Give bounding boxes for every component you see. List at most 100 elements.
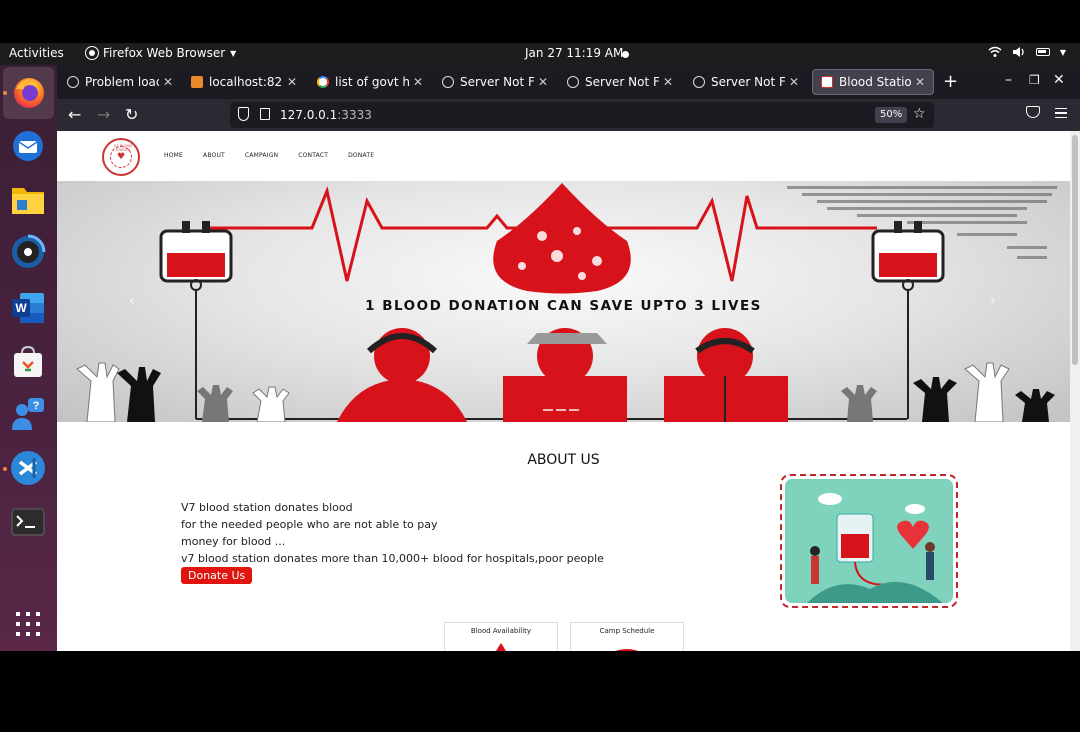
site-nav: HOME ABOUT CAMPAIGN CONTACT DONATE bbox=[164, 152, 394, 159]
screen-letterbox-bottom bbox=[0, 651, 1080, 732]
google-icon bbox=[317, 76, 329, 88]
power-menu-chevron-icon: ▼ bbox=[1059, 47, 1066, 57]
info-icon bbox=[67, 76, 79, 88]
about-text: V7 blood station donates blood for the n… bbox=[181, 499, 604, 567]
carousel-indicator[interactable] bbox=[569, 409, 579, 411]
clock[interactable]: Jan 27 11:19 AM bbox=[525, 46, 623, 60]
tab-strip: Problem loadin ✕ localhost:82 / l ✕ list… bbox=[57, 65, 1080, 99]
dock-terminal[interactable] bbox=[9, 503, 47, 541]
new-tab-plus-icon[interactable]: + bbox=[943, 71, 958, 92]
web-page: ♥ V7 BLOOD STATION HOME ABOUT CAMPAIGN C… bbox=[57, 131, 1070, 651]
rhythmbox-icon bbox=[12, 234, 46, 268]
url-text[interactable]: 127.0.0.1:3333 bbox=[280, 108, 372, 122]
site-logo[interactable]: ♥ V7 BLOOD STATION bbox=[102, 138, 140, 176]
forward-arrow-icon[interactable]: → bbox=[97, 105, 110, 124]
close-icon[interactable]: ✕ bbox=[538, 75, 548, 89]
wifi-icon bbox=[988, 46, 1002, 57]
tab-server-not-found-3[interactable]: Server Not Fou ✕ bbox=[685, 69, 807, 95]
firefox-icon bbox=[13, 78, 44, 108]
app-menu-label: Firefox Web Browser bbox=[103, 46, 226, 60]
info-icon bbox=[442, 76, 454, 88]
site-header: ♥ V7 BLOOD STATION HOME ABOUT CAMPAIGN C… bbox=[57, 131, 1070, 181]
donate-us-button[interactable]: Donate Us bbox=[181, 567, 253, 584]
dock-rhythmbox[interactable] bbox=[9, 233, 47, 271]
screen-letterbox-top bbox=[0, 0, 1080, 43]
donor-figures bbox=[337, 328, 788, 422]
blood-drop-icon bbox=[496, 643, 506, 651]
app-grid-icon bbox=[16, 612, 40, 636]
page-info-icon[interactable] bbox=[260, 108, 270, 120]
chevron-down-icon: ▼ bbox=[230, 48, 237, 58]
battery-icon bbox=[1035, 48, 1050, 56]
page-scrollbar[interactable] bbox=[1070, 131, 1080, 651]
vscode-icon bbox=[11, 451, 45, 485]
dock-firefox[interactable] bbox=[3, 67, 54, 119]
close-icon[interactable]: ✕ bbox=[413, 75, 423, 89]
carousel-indicator[interactable] bbox=[556, 409, 566, 411]
nav-campaign-link[interactable]: CAMPAIGN bbox=[245, 152, 278, 159]
tab-server-not-found-1[interactable]: Server Not Fou ✕ bbox=[434, 69, 556, 95]
close-icon[interactable]: ✕ bbox=[789, 75, 799, 89]
close-icon[interactable]: ✕ bbox=[287, 75, 297, 89]
terminal-icon bbox=[11, 508, 45, 536]
activities-button[interactable]: Activities bbox=[9, 46, 64, 60]
tab-blood-station[interactable]: Blood Station ✕ bbox=[812, 69, 934, 95]
camp-schedule-card[interactable]: Camp Schedule bbox=[570, 622, 684, 651]
close-icon[interactable]: ✕ bbox=[663, 75, 673, 89]
about-line: for the needed people who are not able t… bbox=[181, 518, 438, 531]
software-icon bbox=[14, 345, 42, 377]
url-bar[interactable]: 127.0.0.1:3333 50% ☆ bbox=[230, 102, 934, 128]
reload-icon[interactable]: ↻ bbox=[125, 105, 138, 124]
nav-home-link[interactable]: HOME bbox=[164, 152, 183, 159]
tab-google-search[interactable]: list of govt hosp ✕ bbox=[309, 69, 431, 95]
zoom-level-indicator[interactable]: 50% bbox=[875, 107, 908, 123]
dock-app-grid[interactable] bbox=[9, 605, 47, 643]
app-menu[interactable]: Firefox Web Browser ▼ bbox=[86, 46, 236, 60]
carousel-prev-chevron-icon[interactable]: ‹ bbox=[129, 293, 135, 309]
dock-help[interactable]: ? bbox=[9, 395, 47, 433]
files-icon bbox=[12, 188, 44, 214]
bookmark-star-icon[interactable]: ☆ bbox=[913, 106, 926, 122]
tracking-protection-shield-icon[interactable] bbox=[238, 107, 249, 121]
dock-word[interactable]: W bbox=[9, 289, 47, 327]
pocket-icon[interactable] bbox=[1026, 106, 1040, 118]
card-title: Blood Availability bbox=[470, 627, 532, 635]
about-line: money for blood ... bbox=[181, 535, 286, 548]
dock-software[interactable] bbox=[9, 343, 47, 381]
thunderbird-icon bbox=[13, 131, 43, 161]
nav-donate-link[interactable]: DONATE bbox=[348, 152, 374, 159]
svg-text:W: W bbox=[15, 301, 27, 315]
carousel-next-chevron-icon[interactable]: › bbox=[990, 293, 996, 309]
hamburger-menu-icon[interactable] bbox=[1055, 108, 1067, 118]
card-title: Camp Schedule bbox=[599, 627, 655, 635]
close-icon[interactable]: ✕ bbox=[915, 75, 925, 89]
minimize-icon[interactable]: – bbox=[1005, 72, 1012, 88]
system-tray[interactable]: ▼ bbox=[988, 46, 1066, 58]
tab-localhost[interactable]: localhost:82 / l ✕ bbox=[183, 69, 305, 95]
back-arrow-icon[interactable]: ← bbox=[68, 105, 81, 124]
about-line: v7 blood station donates more than 10,00… bbox=[181, 552, 604, 565]
hero-carousel: 1 BLOOD DONATION CAN SAVE UPTO 3 LIVES ‹… bbox=[57, 181, 1070, 422]
dock-vscode[interactable] bbox=[9, 449, 47, 487]
running-indicator bbox=[3, 91, 7, 95]
firefox-window: Problem loadin ✕ localhost:82 / l ✕ list… bbox=[57, 65, 1080, 651]
dock-files[interactable] bbox=[9, 181, 47, 219]
dock: W ? bbox=[0, 65, 57, 651]
phpmyadmin-icon bbox=[191, 76, 203, 88]
tab-server-not-found-2[interactable]: Server Not Fou ✕ bbox=[559, 69, 681, 95]
system-top-bar: Activities Firefox Web Browser ▼ Jan 27 … bbox=[0, 43, 1080, 65]
blood-availability-card[interactable]: Blood Availability bbox=[444, 622, 558, 651]
central-blood-drop bbox=[493, 183, 631, 294]
firefox-small-icon bbox=[86, 47, 98, 59]
close-icon[interactable]: ✕ bbox=[163, 75, 173, 89]
carousel-indicator[interactable] bbox=[543, 409, 553, 411]
window-close-icon[interactable]: ✕ bbox=[1053, 72, 1065, 88]
scrollbar-thumb[interactable] bbox=[1072, 135, 1078, 365]
info-icon bbox=[693, 76, 705, 88]
nav-about-link[interactable]: ABOUT bbox=[203, 152, 225, 159]
restore-icon[interactable]: ❐ bbox=[1029, 73, 1040, 87]
dock-thunderbird[interactable] bbox=[9, 127, 47, 165]
tab-problem-loading[interactable]: Problem loadin ✕ bbox=[59, 69, 181, 95]
nav-contact-link[interactable]: CONTACT bbox=[298, 152, 328, 159]
word-icon: W bbox=[12, 293, 44, 323]
